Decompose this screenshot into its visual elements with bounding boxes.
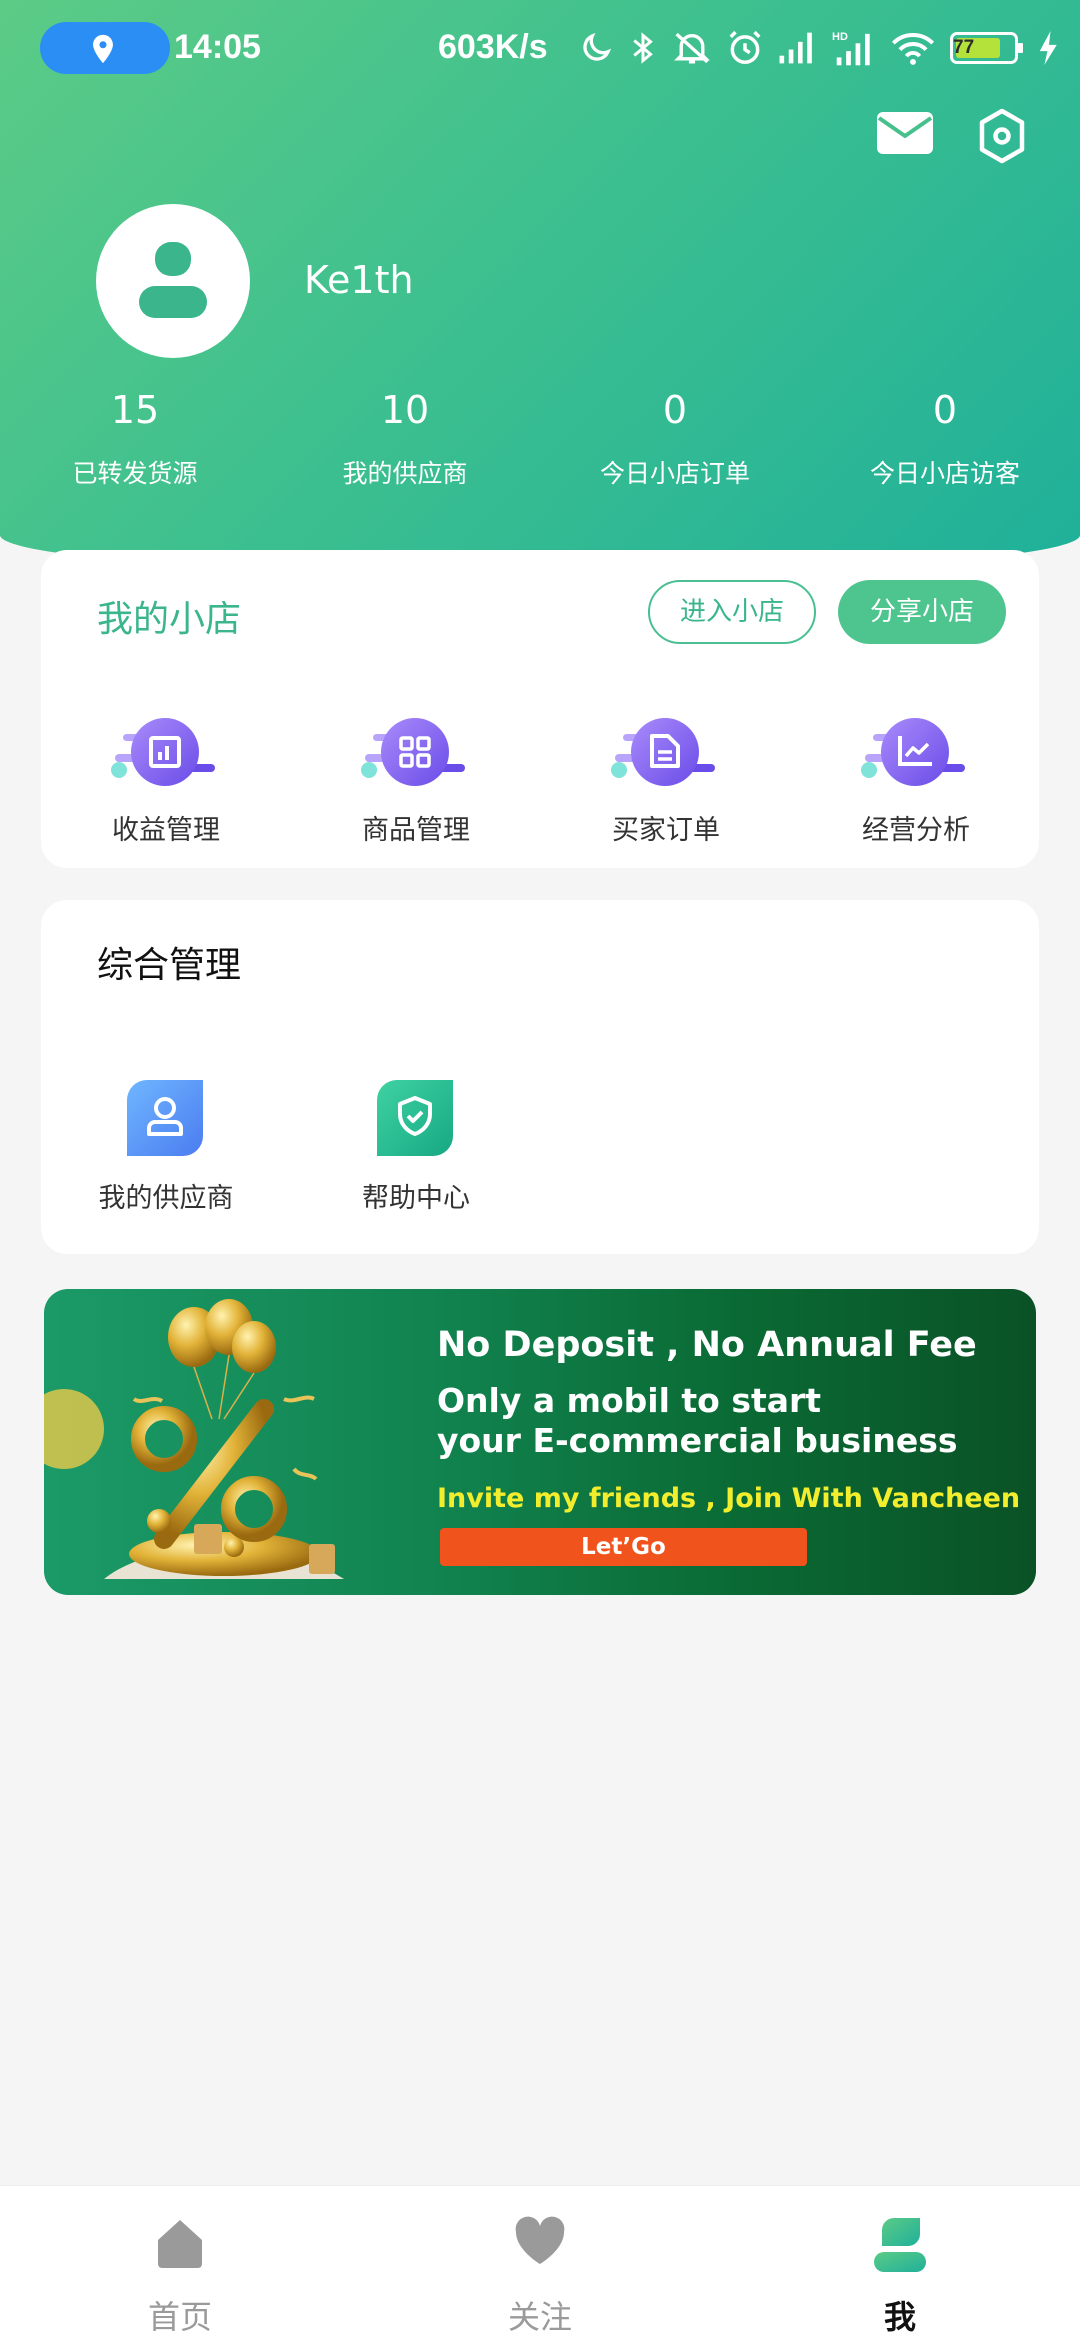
products-grid-icon: [361, 718, 465, 786]
status-net-speed: 603K/s: [438, 28, 548, 66]
shop-item-analytics[interactable]: 经营分析: [791, 708, 1041, 848]
mgmt-item-label: 帮助中心: [362, 1183, 470, 1214]
user-silhouette-icon: [139, 242, 207, 318]
revenue-icon: [111, 718, 215, 786]
shop-item-buyer-orders[interactable]: 买家订单: [541, 708, 791, 848]
bluetooth-icon: [628, 29, 658, 67]
mail-icon: [877, 112, 933, 154]
banner-headline: No Deposit , No Annual Fee: [437, 1325, 977, 1365]
shop-item-revenue[interactable]: 收益管理: [41, 708, 291, 848]
hd-signal-icon: HD: [832, 29, 876, 67]
stat-label: 已转发货源: [72, 459, 198, 488]
stats-row: 15 已转发货源 10 我的供应商 0 今日小店订单 0 今日小店访客: [0, 382, 1080, 502]
tab-label: 我: [883, 2298, 916, 2336]
mgmt-item-label: 我的供应商: [98, 1183, 234, 1214]
moon-icon: [578, 30, 614, 66]
stat-label: 我的供应商: [342, 459, 468, 488]
stat-today-orders[interactable]: 0 今日小店订单: [540, 382, 810, 490]
promo-art-percent-balloons: [44, 1299, 344, 1579]
heart-icon: [515, 2216, 565, 2264]
stat-value: 0: [932, 388, 958, 432]
shop-item-label: 买家订单: [612, 815, 720, 846]
management-card: 综合管理 我的供应商 帮助中心: [41, 900, 1039, 1254]
signal-icon: [778, 31, 818, 65]
management-title: 综合管理: [97, 945, 242, 986]
share-shop-button[interactable]: 分享小店: [838, 580, 1006, 644]
stat-today-visitors[interactable]: 0 今日小店访客: [810, 382, 1080, 490]
avatar[interactable]: [96, 204, 250, 358]
username[interactable]: Ke1th: [304, 258, 414, 302]
status-bar: 14:05 603K/s HD 77: [0, 0, 1080, 96]
settings-button[interactable]: [977, 108, 1027, 168]
stat-forwarded-sources[interactable]: 15 已转发货源: [0, 382, 270, 490]
location-icon: [93, 34, 113, 64]
stat-label: 今日小店订单: [599, 459, 750, 488]
tab-home[interactable]: 首页: [0, 2186, 360, 2340]
alarm-icon: [726, 29, 764, 67]
banner-cta-button[interactable]: Let’Go: [440, 1528, 807, 1566]
stat-value: 15: [110, 388, 160, 432]
mgmt-item-help-center[interactable]: 帮助中心: [291, 1078, 541, 1218]
svg-text:HD: HD: [832, 31, 848, 43]
my-shop-title: 我的小店: [97, 599, 242, 640]
profile-icon: [874, 2218, 926, 2272]
enter-shop-button[interactable]: 进入小店: [648, 580, 816, 644]
battery-icon: 77: [950, 32, 1024, 64]
supplier-icon: [127, 1080, 203, 1156]
location-pill[interactable]: [40, 22, 170, 74]
home-icon: [158, 2220, 202, 2268]
stat-label: 今日小店访客: [869, 459, 1020, 488]
help-shield-icon: [377, 1080, 453, 1156]
status-time: 14:05: [174, 28, 261, 66]
stat-my-suppliers[interactable]: 10 我的供应商: [270, 382, 540, 490]
analytics-chart-icon: [861, 718, 965, 786]
banner-invite-text: Invite my friends , Join With Vancheen: [437, 1483, 1021, 1514]
tab-follow[interactable]: 关注: [360, 2186, 720, 2340]
bottom-tab-bar: 首页 关注 我: [0, 2185, 1080, 2340]
banner-subline-1: Only a mobil to start: [437, 1381, 822, 1420]
banner-subline-2: your E-commercial business: [437, 1421, 958, 1460]
promo-banner[interactable]: No Deposit , No Annual Fee Only a mobil …: [44, 1289, 1036, 1595]
settings-icon: [979, 108, 1025, 164]
orders-doc-icon: [611, 718, 715, 786]
charging-icon: [1038, 31, 1060, 65]
shop-item-label: 商品管理: [362, 815, 470, 846]
shop-item-label: 经营分析: [862, 815, 970, 846]
wifi-icon: [890, 30, 936, 66]
shop-item-label: 收益管理: [112, 815, 220, 846]
stat-value: 10: [380, 388, 430, 432]
mail-button[interactable]: [875, 108, 935, 162]
mgmt-item-my-suppliers[interactable]: 我的供应商: [41, 1078, 291, 1218]
tab-me[interactable]: 我: [720, 2186, 1080, 2340]
tab-label: 关注: [507, 2298, 572, 2336]
battery-level: 77: [953, 37, 975, 58]
shop-item-products[interactable]: 商品管理: [291, 708, 541, 848]
mute-icon: [672, 29, 712, 67]
tab-label: 首页: [147, 2298, 212, 2336]
stat-value: 0: [662, 388, 688, 432]
my-shop-card: 我的小店 进入小店 分享小店 收益管理 商品管理 买家订单 经营分析: [41, 550, 1039, 868]
